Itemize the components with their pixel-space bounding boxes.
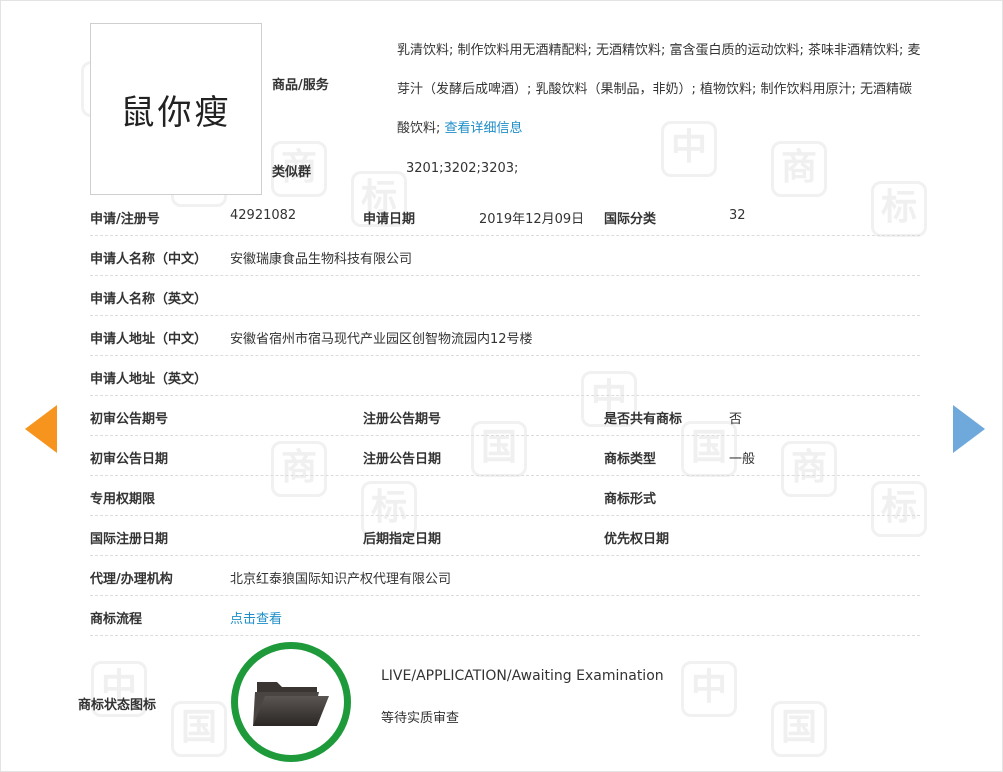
row-divider [90, 275, 920, 276]
applicant-cn-label: 申请人名称（中文） [90, 252, 208, 267]
address-en-label: 申请人地址（英文） [90, 372, 208, 387]
row-divider [90, 595, 920, 596]
exclusive-period-label: 专用权期限 [90, 492, 156, 507]
prelim-pub-date-label: 初审公告日期 [90, 452, 169, 467]
mark-type-label: 商标类型 [604, 452, 657, 467]
process-label: 商标流程 [90, 612, 143, 627]
status-text-en: LIVE/APPLICATION/Awaiting Examination [381, 668, 664, 684]
intl-class-value: 32 [729, 208, 746, 223]
intl-class-label: 国际分类 [604, 212, 657, 227]
applicant-cn-value: 安徽瑞康食品生物科技有限公司 [230, 252, 413, 267]
address-cn-label: 申请人地址（中文） [90, 332, 208, 347]
goods-services-label: 商品/服务 [272, 78, 329, 93]
row-divider [90, 635, 920, 636]
status-folder-icon [231, 642, 351, 762]
intl-reg-date-label: 国际注册日期 [90, 532, 169, 547]
folder-icon [253, 682, 329, 726]
agent-value: 北京红泰狼国际知识产权代理有限公司 [230, 572, 452, 587]
goods-services-value: 乳清饮料; 制作饮料用无酒精配料; 无酒精饮料; 富含蛋白质的运动饮料; 茶味非… [397, 31, 925, 148]
agent-label: 代理/办理机构 [90, 572, 173, 587]
status-icon-label: 商标状态图标 [78, 698, 157, 713]
row-divider [90, 475, 920, 476]
status-text-cn: 等待实质审查 [381, 711, 460, 726]
reg-no-value: 42921082 [230, 208, 297, 223]
reg-no-label: 申请/注册号 [90, 212, 160, 227]
address-cn-value: 安徽省宿州市宿马现代产业园区创智物流园内12号楼 [230, 332, 533, 347]
shared-mark-value: 否 [729, 412, 743, 427]
row-divider [90, 315, 920, 316]
row-divider [90, 235, 920, 236]
similar-group-label: 类似群 [272, 165, 312, 180]
mark-form-label: 商标形式 [604, 492, 657, 507]
reg-pub-no-label: 注册公告期号 [363, 412, 442, 427]
trademark-detail-page: 中 国 商 标 中 商 标 中 国 国 商 标 商 标 中 国 中 国 鼠你瘦 … [0, 0, 1003, 772]
reg-pub-date-label: 注册公告日期 [363, 452, 442, 467]
row-divider [90, 435, 920, 436]
shared-mark-label: 是否共有商标 [604, 412, 683, 427]
previous-arrow-icon[interactable] [25, 405, 57, 453]
prelim-pub-no-label: 初审公告期号 [90, 412, 169, 427]
view-details-link[interactable]: 查看详细信息 [445, 121, 523, 136]
priority-date-label: 优先权日期 [604, 532, 670, 547]
apply-date-label: 申请日期 [363, 212, 416, 227]
mark-type-value: 一般 [729, 452, 756, 467]
applicant-en-label: 申请人名称（英文） [90, 292, 208, 307]
row-divider [90, 555, 920, 556]
trademark-image-text: 鼠你瘦 [120, 92, 232, 133]
next-arrow-icon[interactable] [953, 405, 985, 453]
trademark-image: 鼠你瘦 [90, 23, 262, 195]
process-view-link[interactable]: 点击查看 [230, 608, 282, 627]
apply-date-value: 2019年12月09日 [479, 212, 585, 227]
row-divider [90, 355, 920, 356]
later-designation-date-label: 后期指定日期 [363, 532, 442, 547]
row-divider [90, 515, 920, 516]
similar-group-value: 3201;3202;3203; [406, 161, 519, 176]
row-divider [90, 395, 920, 396]
